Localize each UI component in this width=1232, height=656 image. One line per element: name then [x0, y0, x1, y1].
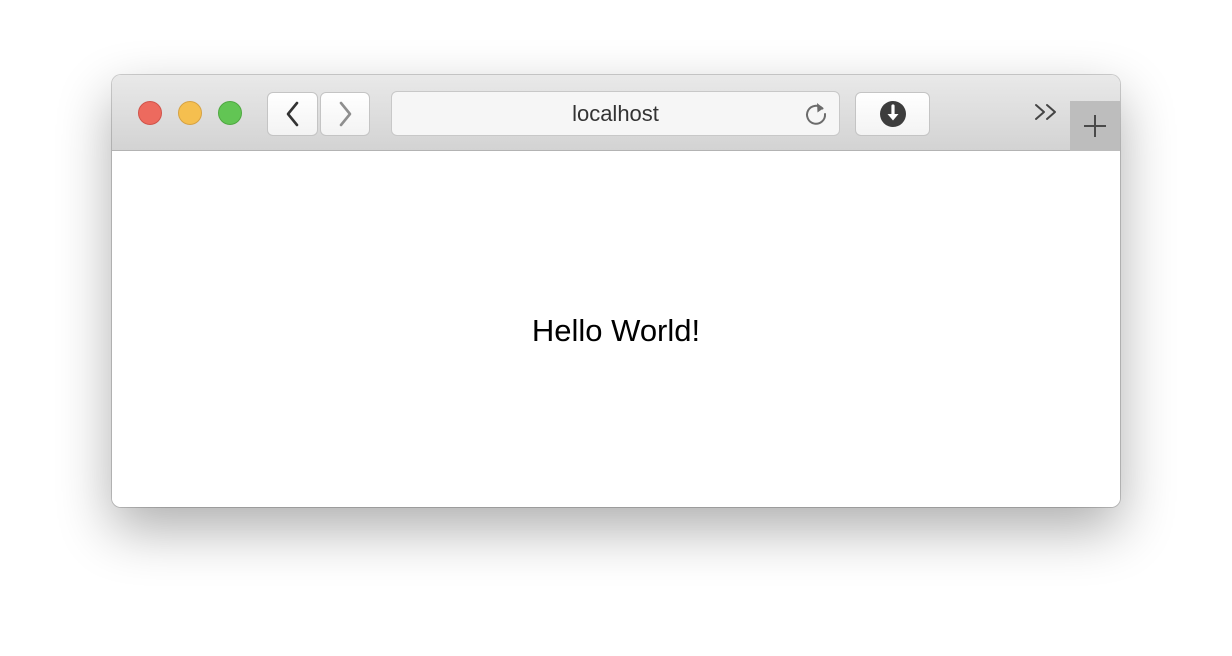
address-url: localhost [572, 100, 659, 126]
zoom-window-button[interactable] [218, 101, 242, 125]
plus-icon [1084, 115, 1106, 137]
forward-button[interactable] [320, 92, 370, 136]
downloads-button[interactable] [855, 92, 930, 136]
hello-world-text: Hello World! [531, 313, 701, 348]
double-chevron-right-icon[interactable] [1033, 99, 1061, 127]
browser-window: localhost Hello World! [112, 75, 1120, 507]
chevron-left-icon [286, 101, 298, 127]
close-window-button[interactable] [138, 101, 162, 125]
address-bar[interactable]: localhost [391, 91, 840, 136]
reload-icon[interactable] [803, 101, 829, 127]
browser-toolbar: localhost [112, 75, 1120, 151]
page-content: Hello World! [112, 151, 1120, 507]
chevron-right-icon [339, 101, 352, 127]
new-tab-button[interactable] [1070, 101, 1120, 151]
download-icon [879, 101, 906, 127]
back-button[interactable] [267, 92, 318, 136]
minimize-window-button[interactable] [178, 101, 202, 125]
